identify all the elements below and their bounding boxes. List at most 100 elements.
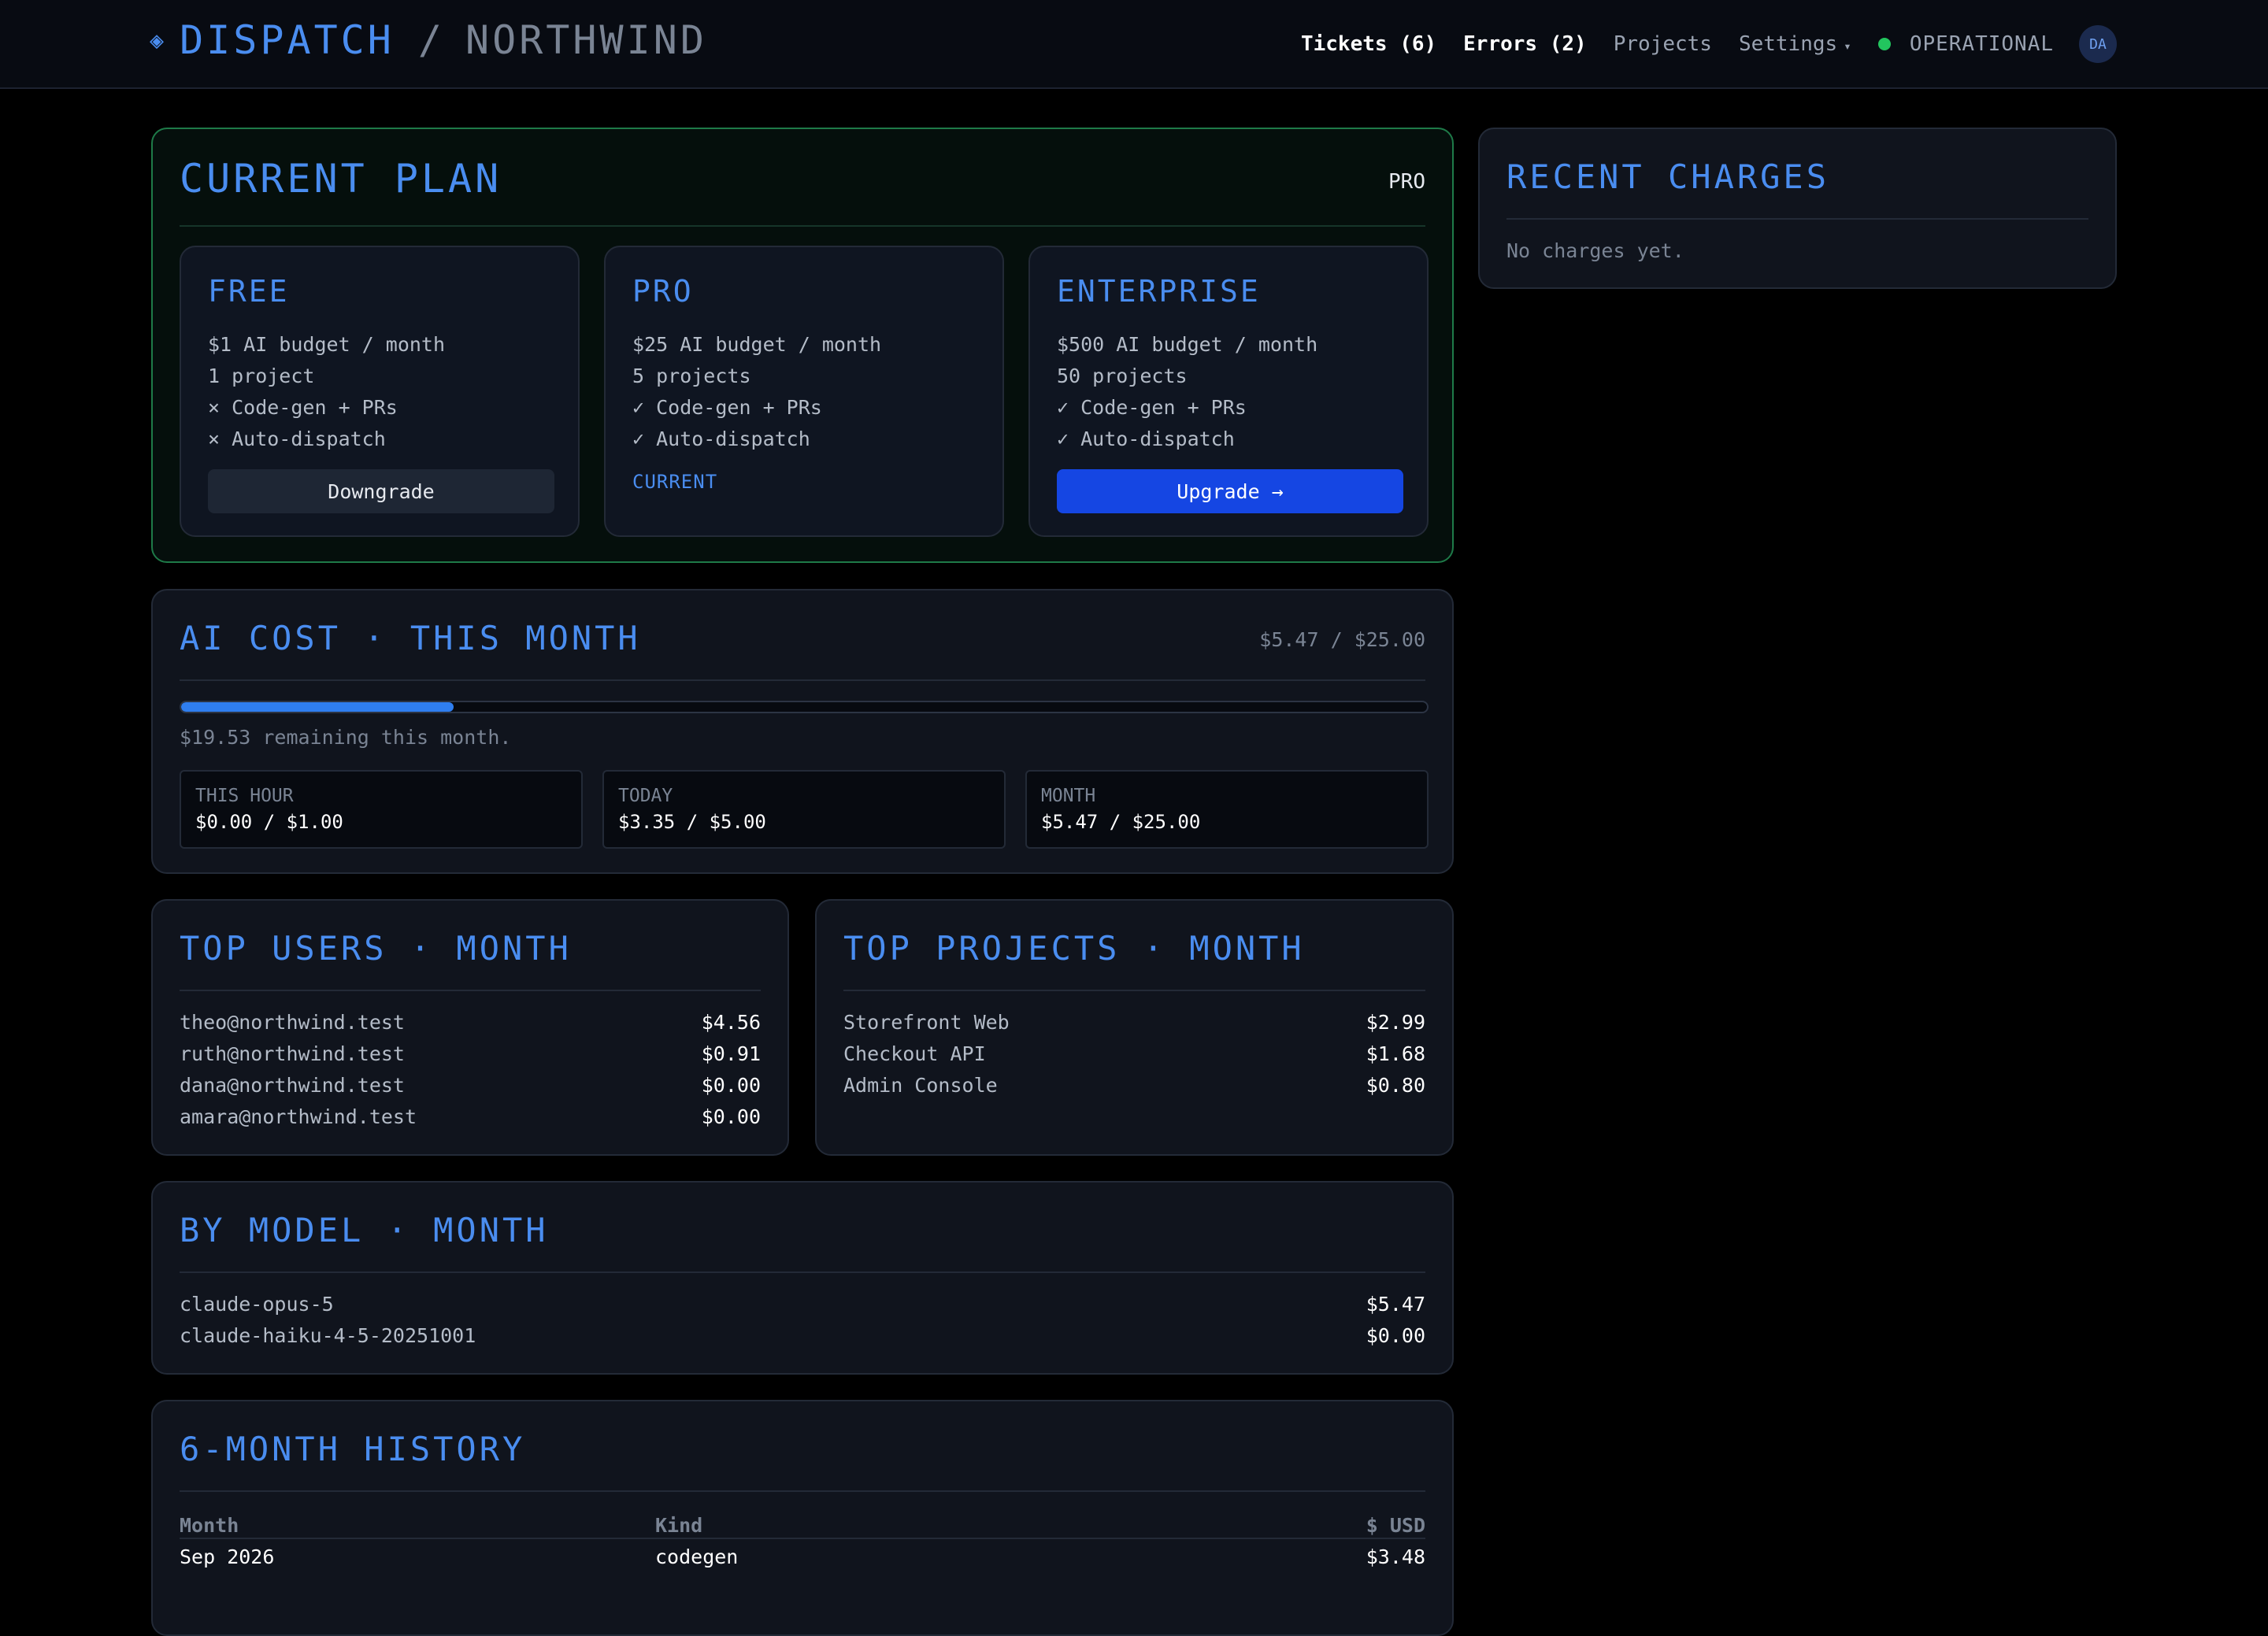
table-row: Sep 2026 codegen $3.48 [180,1539,1425,1571]
tier-feature: 50 projects [1057,365,1188,387]
tier-feature: 5 projects [632,365,751,387]
list-item: Checkout API $1.68 [843,1038,1425,1069]
user-email: dana@northwind.test [180,1073,405,1097]
cell-month: Sep 2026 [180,1545,275,1568]
tier-name: ENTERPRISE [1057,274,1261,309]
tier-feature: × Code-gen + PRs [208,396,398,419]
column-header-usd[interactable]: $ USD [1366,1514,1425,1537]
plan-badge: PRO [1388,170,1425,194]
table-header: Month Kind $ USD [180,1508,1425,1539]
user-avatar[interactable]: DA [2079,25,2117,63]
tier-feature: 1 project [208,365,315,387]
brand[interactable]: ◈ DISPATCH / NORTHWIND [150,17,707,63]
history-table: Month Kind $ USD Sep 2026 codegen $3.48 [180,1508,1425,1571]
tier-name: PRO [632,274,694,309]
divider [180,225,1425,227]
stat-label: THIS HOUR [195,786,294,806]
divider [180,679,1425,681]
stat-this-hour: THIS HOUR $0.00 / $1.00 [180,770,583,849]
stat-value: $5.47 / $25.00 [1041,811,1201,833]
tier-feature: $25 AI budget / month [632,333,882,356]
list-item: claude-opus-5 $5.47 [180,1288,1425,1320]
top-bar: ◈ DISPATCH / NORTHWIND Tickets (6) Error… [0,0,2268,89]
user-cost: $0.91 [701,1042,761,1065]
project-cost: $0.80 [1366,1073,1425,1097]
cost-total: $5.47 / $25.00 [1259,628,1425,651]
divider [1506,218,2088,220]
nav-settings-label: Settings [1738,32,1838,56]
column-header-month[interactable]: Month [180,1514,239,1537]
column-header-kind[interactable]: Kind [655,1514,702,1537]
history-card: 6-MONTH HISTORY Month Kind $ USD Sep 202… [151,1400,1454,1636]
org-name: NORTHWIND [465,17,707,63]
user-email: ruth@northwind.test [180,1042,405,1065]
project-cost: $2.99 [1366,1010,1425,1034]
history-title: 6-MONTH HISTORY [180,1430,526,1468]
stat-value: $3.35 / $5.00 [618,811,766,833]
project-cost: $1.68 [1366,1042,1425,1065]
top-projects-list: Storefront Web $2.99 Checkout API $1.68 Ad… [843,1006,1425,1101]
downgrade-button[interactable]: Downgrade [208,469,554,513]
tier-feature: $1 AI budget / month [208,333,446,356]
model-cost: $5.47 [1366,1292,1425,1316]
budget-progress-bar [180,701,1429,713]
current-plan-card: CURRENT PLAN PRO FREE $1 AI budget / mon… [151,128,1454,563]
recent-charges-title: RECENT CHARGES [1506,157,1830,196]
user-cost: $4.56 [701,1010,761,1034]
model-name: claude-opus-5 [180,1292,334,1316]
tier-features: $1 AI budget / month 1 project × Code-ge… [208,329,445,455]
chevron-down-icon: ▾ [1844,39,1851,54]
main-nav: Tickets (6) Errors (2) Projects Settings… [1301,24,2117,65]
list-item: Admin Console $0.80 [843,1069,1425,1101]
tier-feature: ✓ Code-gen + PRs [632,396,822,419]
upgrade-button[interactable]: Upgrade → [1057,469,1403,513]
list-item: Storefront Web $2.99 [843,1006,1425,1038]
tier-feature: ✓ Code-gen + PRs [1057,396,1247,419]
by-model-card: BY MODEL · MONTH claude-opus-5 $5.47 clau… [151,1181,1454,1375]
stat-today: TODAY $3.35 / $5.00 [602,770,1006,849]
current-plan-title: CURRENT PLAN [180,156,502,202]
tier-feature: × Auto-dispatch [208,428,386,450]
stat-value: $0.00 / $1.00 [195,811,343,833]
divider [180,990,761,991]
tier-free: FREE $1 AI budget / month 1 project × Co… [180,246,580,537]
tier-enterprise: ENTERPRISE $500 AI budget / month 50 pro… [1028,246,1429,537]
nav-errors[interactable]: Errors (2) [1463,32,1587,56]
tier-features: $500 AI budget / month 50 projects ✓ Cod… [1057,329,1317,455]
by-model-title: BY MODEL · MONTH [180,1211,549,1249]
stat-label: MONTH [1041,786,1096,806]
top-users-list: theo@northwind.test $4.56 ruth@northwind.… [180,1006,761,1132]
tier-feature: ✓ Auto-dispatch [632,428,810,450]
top-users-title: TOP USERS · MONTH [180,929,572,968]
project-name: Checkout API [843,1042,986,1065]
list-item: ruth@northwind.test $0.91 [180,1038,761,1069]
system-status: OPERATIONAL [1909,32,2054,56]
tier-name: FREE [208,274,290,309]
cell-kind: codegen [655,1545,739,1568]
nav-projects[interactable]: Projects [1614,32,1712,56]
empty-state-text: No charges yet. [1506,239,1684,262]
budget-progress-fill [181,702,454,712]
project-name: Storefront Web [843,1010,1010,1034]
list-item: amara@northwind.test $0.00 [180,1101,761,1132]
tier-feature: ✓ Auto-dispatch [1057,428,1235,450]
ai-cost-card: AI COST · THIS MONTH $5.47 / $25.00 $19.… [151,589,1454,874]
status-dot-icon [1877,38,1891,50]
divider [180,1490,1425,1492]
stat-label: TODAY [618,786,673,806]
nav-tickets[interactable]: Tickets (6) [1301,32,1436,56]
model-name: claude-haiku-4-5-20251001 [180,1323,476,1347]
user-email: amara@northwind.test [180,1105,417,1128]
list-item: dana@northwind.test $0.00 [180,1069,761,1101]
brand-separator: / [417,17,442,63]
model-cost: $0.00 [1366,1323,1425,1347]
cell-usd: $3.48 [1366,1545,1425,1568]
nav-settings[interactable]: Settings ▾ [1739,32,1851,56]
project-name: Admin Console [843,1073,998,1097]
remaining-text: $19.53 remaining this month. [180,726,512,749]
brand-name: DISPATCH [180,17,395,63]
stat-month: MONTH $5.47 / $25.00 [1025,770,1429,849]
list-item: claude-haiku-4-5-20251001 $0.00 [180,1320,1425,1351]
list-item: theo@northwind.test $4.56 [180,1006,761,1038]
diamond-logo-icon: ◈ [150,26,165,54]
